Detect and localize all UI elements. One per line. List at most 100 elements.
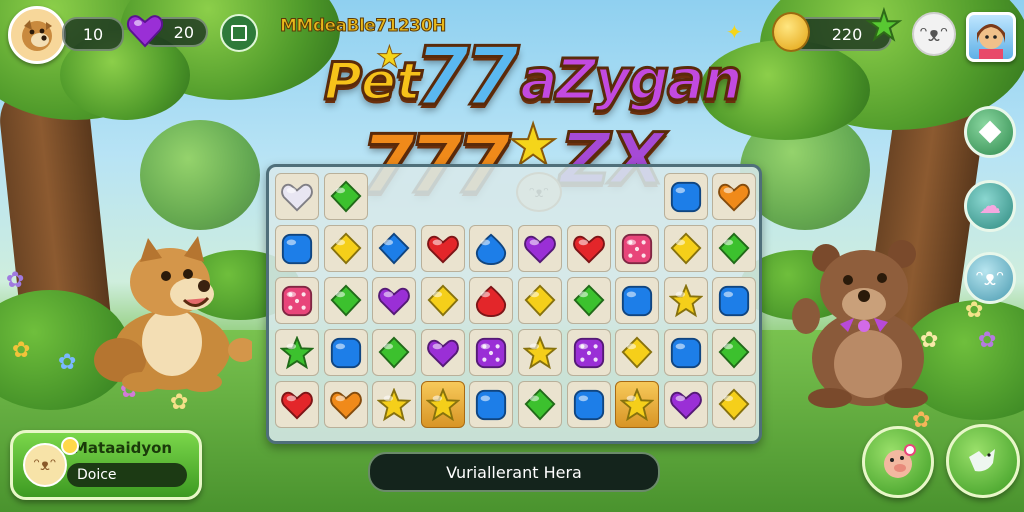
message-banner: Vuriallerant Hera bbox=[368, 452, 660, 492]
gem-tile[interactable] bbox=[372, 329, 417, 376]
gem-tile[interactable] bbox=[372, 225, 417, 272]
gem-tile[interactable] bbox=[469, 329, 514, 376]
gem-tile[interactable] bbox=[663, 277, 708, 324]
gem-tile[interactable] bbox=[323, 329, 368, 376]
side-cloud-button[interactable]: ☁ bbox=[964, 180, 1016, 232]
gem-tile[interactable] bbox=[712, 329, 757, 376]
flower-icon: ✿ bbox=[12, 338, 31, 363]
diamond-green-gem-icon bbox=[573, 284, 605, 317]
player-badge bbox=[61, 437, 79, 455]
cat-face-button[interactable]: ᵔᴥᵔ bbox=[912, 12, 956, 56]
player-card[interactable]: ᵔᴥᵔ Mataaidyon Doice bbox=[10, 430, 202, 500]
gem-tile[interactable] bbox=[275, 329, 319, 376]
dice-purple-gem-icon bbox=[476, 337, 507, 368]
coins-value: 220 bbox=[831, 24, 863, 44]
gem-tile[interactable] bbox=[323, 381, 368, 428]
game-scene: ✿ ✿ ✿ ✿ ✿ ✿ ✿ ✿ ✿ 10 20 MMdeaBle71230H ✦… bbox=[0, 0, 1024, 512]
gem-tile[interactable] bbox=[663, 173, 708, 220]
cloud-icon: ☁ bbox=[979, 193, 1001, 219]
cat-face-icon: ᵔᴥᵔ bbox=[919, 21, 949, 46]
gem-tile[interactable] bbox=[420, 329, 465, 376]
diamond-green-gem-icon bbox=[718, 232, 750, 265]
bird-action-button[interactable] bbox=[946, 424, 1020, 498]
empty-tile bbox=[421, 173, 465, 220]
gem-tile[interactable] bbox=[566, 329, 611, 376]
gem-tile[interactable] bbox=[663, 381, 708, 428]
diamond-yellow-gem-icon bbox=[718, 388, 750, 421]
gem-tile[interactable] bbox=[517, 381, 562, 428]
gem-tile[interactable] bbox=[275, 277, 319, 324]
gem-tile[interactable] bbox=[615, 277, 660, 324]
square-blue-gem-icon bbox=[670, 181, 701, 212]
star-yellow-gem-icon bbox=[668, 283, 703, 317]
heart-red-gem-icon bbox=[426, 235, 459, 264]
square-blue-gem-icon bbox=[281, 233, 313, 264]
gem-tile[interactable] bbox=[712, 277, 757, 324]
heart-purple-gem-icon bbox=[669, 391, 702, 420]
gem-tile[interactable] bbox=[275, 381, 319, 428]
gem-tile[interactable] bbox=[517, 277, 562, 324]
diamond-yellow-gem-icon bbox=[670, 232, 702, 265]
dog-face-icon bbox=[22, 20, 52, 51]
gem-tile[interactable] bbox=[712, 173, 757, 220]
gem-tile[interactable] bbox=[517, 329, 562, 376]
gem-tile[interactable] bbox=[323, 277, 368, 324]
diamond-green-gem-icon bbox=[524, 388, 556, 421]
flower-icon: ✿ bbox=[170, 390, 189, 415]
gem-tile[interactable] bbox=[469, 277, 514, 324]
star-gold-gem-icon bbox=[620, 387, 655, 421]
coin-icon bbox=[772, 12, 810, 52]
gem-tile[interactable] bbox=[615, 225, 660, 272]
gem-tile[interactable] bbox=[420, 225, 465, 272]
diamond-yellow-gem-icon bbox=[621, 336, 653, 369]
gem-tile[interactable] bbox=[566, 225, 611, 272]
gem-tile[interactable] bbox=[469, 381, 514, 428]
stop-button[interactable] bbox=[220, 14, 258, 52]
gem-tile[interactable] bbox=[372, 381, 417, 428]
lives-value: 10 bbox=[82, 24, 104, 44]
diamond-icon bbox=[978, 120, 1002, 144]
dice-pink-gem-icon bbox=[622, 233, 653, 264]
gem-tile[interactable] bbox=[615, 381, 660, 428]
gem-tile[interactable] bbox=[712, 225, 757, 272]
square-blue-gem-icon bbox=[719, 285, 750, 316]
diamond-green-gem-icon bbox=[378, 336, 410, 369]
message-text: Vuriallerant Hera bbox=[446, 462, 582, 482]
gem-tile[interactable] bbox=[566, 381, 611, 428]
gem-tile[interactable] bbox=[275, 225, 319, 272]
profile-button[interactable] bbox=[966, 12, 1016, 62]
gem-tile[interactable] bbox=[275, 173, 319, 220]
purple-heart-icon bbox=[126, 15, 164, 48]
gem-tile[interactable] bbox=[420, 381, 465, 428]
star-yellow-gem-icon bbox=[377, 387, 412, 421]
pet-action-button[interactable] bbox=[862, 426, 934, 498]
heart-orange-gem-icon bbox=[329, 391, 362, 420]
gem-tile[interactable] bbox=[663, 329, 708, 376]
player-status-field: Doice bbox=[67, 463, 187, 487]
gem-tile[interactable] bbox=[469, 225, 514, 272]
gem-tile[interactable] bbox=[372, 277, 417, 324]
character-portrait-icon bbox=[977, 24, 1005, 59]
pet-face-icon: ᵔᴥᵔ bbox=[975, 265, 1005, 290]
heart-white-gem-icon bbox=[281, 183, 313, 212]
star-green-gem-icon bbox=[280, 335, 314, 369]
side-pet-button[interactable]: ᵔᴥᵔ bbox=[964, 252, 1016, 304]
bear-character bbox=[792, 240, 928, 408]
gem-tile[interactable] bbox=[323, 225, 368, 272]
player-name: Mataaidyon bbox=[73, 439, 173, 457]
flower-icon: ✿ bbox=[978, 328, 997, 353]
gem-tile[interactable] bbox=[712, 381, 757, 428]
side-diamond-button[interactable] bbox=[964, 106, 1016, 158]
empty-tile bbox=[518, 173, 562, 220]
gems-value: 20 bbox=[173, 22, 194, 42]
gem-tile[interactable] bbox=[615, 329, 660, 376]
player-avatar-button[interactable] bbox=[8, 6, 66, 64]
gem-tile[interactable] bbox=[323, 173, 368, 220]
gem-tile[interactable] bbox=[517, 225, 562, 272]
lives-counter: 10 bbox=[62, 17, 124, 51]
diamond-yellow-gem-icon bbox=[427, 284, 459, 317]
gem-tile[interactable] bbox=[663, 225, 708, 272]
heart-red-gem-icon bbox=[572, 235, 605, 264]
gem-tile[interactable] bbox=[420, 277, 465, 324]
gem-tile[interactable] bbox=[566, 277, 611, 324]
